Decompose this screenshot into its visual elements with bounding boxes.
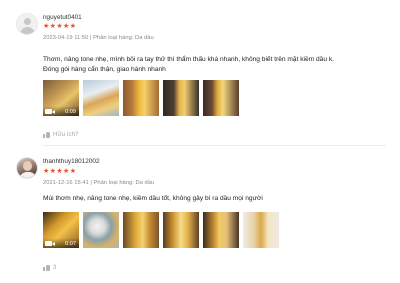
review-image-thumbnail[interactable]	[163, 212, 199, 248]
review-image-thumbnail[interactable]	[83, 212, 119, 248]
meta-separator: |	[90, 180, 92, 186]
review-divider	[43, 145, 386, 146]
review-video-thumbnail[interactable]: 0:09	[43, 80, 79, 116]
review-meta: 2023-04-19 11:50 | Phân loại hàng: Da dầ…	[43, 35, 154, 41]
star-rating: ★★★★★	[43, 23, 77, 30]
helpful-button[interactable]: 3	[43, 264, 56, 271]
star-rating: ★★★★★	[43, 168, 77, 175]
helpful-label: Hữu ích?	[53, 131, 79, 138]
review-image-thumbnail[interactable]	[203, 80, 239, 116]
review-media: 0:07	[43, 212, 279, 248]
review-image-thumbnail[interactable]	[243, 212, 279, 248]
video-camera-icon	[45, 241, 55, 246]
review-video-thumbnail[interactable]: 0:07	[43, 212, 79, 248]
comment-line: Thơm, nâng tone nhẹ, mình bôi ra tay thử…	[43, 56, 334, 63]
video-duration: 0:09	[65, 109, 76, 115]
review-variation: Phân loại hàng: Da dầu	[93, 35, 154, 41]
thumbs-up-icon	[43, 132, 50, 138]
review-image-thumbnail[interactable]	[123, 212, 159, 248]
avatar[interactable]	[16, 13, 38, 35]
comment-line: Mùi thơm nhẹ, nâng tone nhẹ, kiềm dầu tố…	[43, 195, 263, 202]
video-duration: 0:07	[65, 241, 76, 247]
review-image-thumbnail[interactable]	[83, 80, 119, 116]
review-image-thumbnail[interactable]	[123, 80, 159, 116]
review-comment: Thơm, nâng tone nhẹ, mình bôi ra tay thử…	[43, 55, 334, 75]
meta-separator: |	[89, 35, 92, 41]
avatar[interactable]	[16, 157, 38, 179]
video-camera-icon	[45, 109, 55, 114]
review-image-thumbnail[interactable]	[203, 212, 239, 248]
helpful-button[interactable]: Hữu ích?	[43, 131, 78, 138]
review-media: 0:09	[43, 80, 239, 116]
review-date: 2023-04-19 11:50	[43, 35, 89, 41]
review-username[interactable]: thanhthuy18012002	[43, 158, 100, 165]
review-date: 2021-12-16 15:41	[43, 180, 89, 186]
review-image-thumbnail[interactable]	[163, 80, 199, 116]
review-username[interactable]: nguyetut0401	[43, 14, 82, 21]
thumbs-up-icon	[43, 265, 50, 271]
review-variation: Phân loại hàng: Da dầu	[93, 180, 155, 186]
helpful-count: 3	[53, 264, 57, 271]
review-meta: 2021-12-16 15:41 | Phân loại hàng: Da dầ…	[43, 180, 154, 186]
review-comment: Mùi thơm nhẹ, nâng tone nhẹ, kiềm dầu tố…	[43, 194, 263, 204]
comment-line: Đóng gói hàng cẩn thận, giao hành nhanh	[43, 66, 166, 73]
